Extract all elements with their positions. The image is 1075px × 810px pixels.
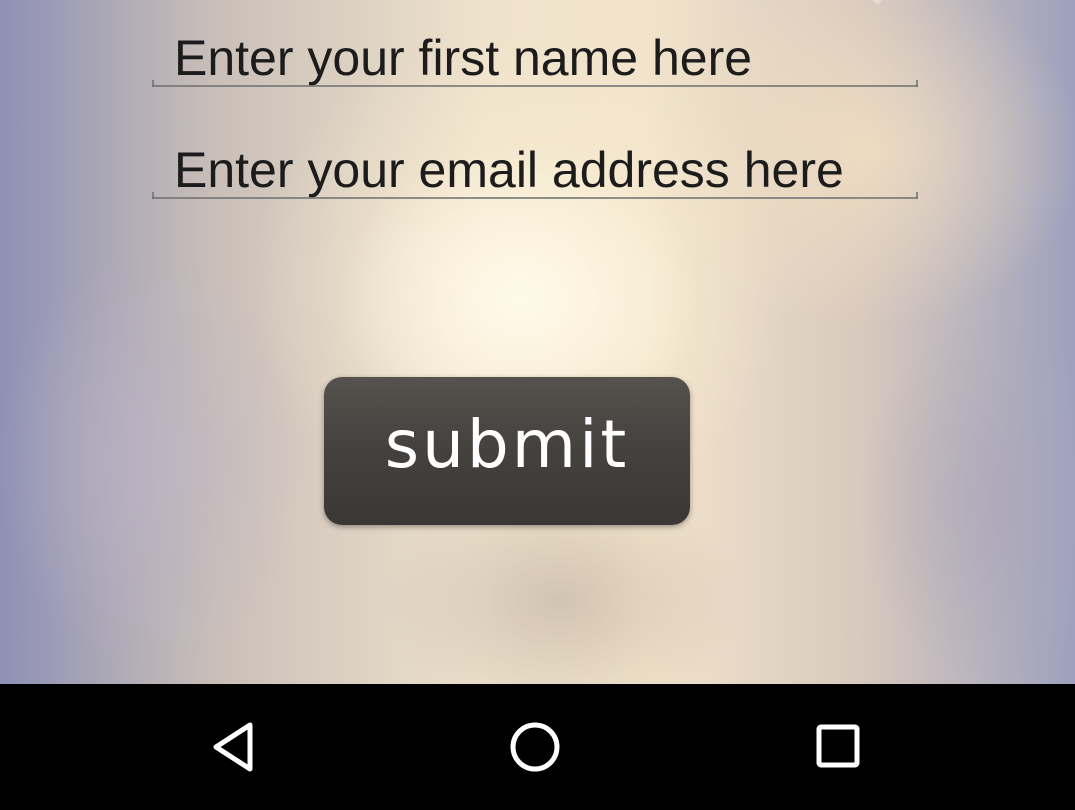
submit-button-label: submit (384, 405, 630, 483)
recents-button[interactable] (806, 714, 872, 780)
back-button[interactable] (201, 714, 267, 780)
first-name-underline (152, 80, 918, 87)
app-screen: Enter your first name here Enter your em… (0, 0, 1075, 810)
first-name-placeholder: Enter your first name here (174, 30, 753, 86)
email-field[interactable]: Enter your email address here (152, 127, 918, 199)
home-button[interactable] (502, 714, 568, 780)
system-navigation-bar (0, 684, 1075, 810)
email-underline (152, 192, 918, 199)
home-circle-icon (510, 722, 560, 772)
email-placeholder: Enter your email address here (174, 142, 844, 198)
back-triangle-icon (213, 722, 253, 772)
submit-button[interactable]: submit (324, 377, 690, 525)
first-name-field[interactable]: Enter your first name here (152, 15, 918, 87)
background-image: Enter your first name here Enter your em… (0, 0, 1075, 684)
recents-square-icon (816, 724, 860, 768)
